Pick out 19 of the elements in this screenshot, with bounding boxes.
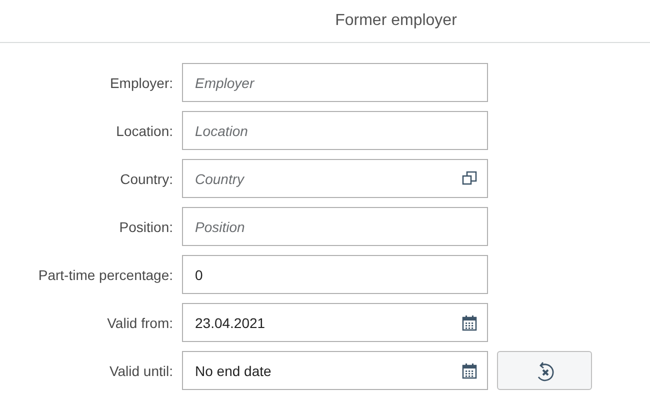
input-field[interactable]: 0	[182, 255, 488, 294]
field-label: Valid until:	[108, 362, 174, 378]
date-field[interactable]: No end date	[182, 351, 488, 390]
field-label: Position:	[118, 218, 174, 234]
page-title: Former employer	[335, 12, 457, 30]
reset-button[interactable]	[497, 351, 592, 390]
field-label: Location:	[115, 122, 174, 138]
field-label: Part-time percentage:	[37, 266, 174, 282]
calendar-icon[interactable]	[462, 315, 477, 331]
input-field[interactable]: Country	[182, 159, 488, 198]
input-field[interactable]: Employer	[182, 63, 488, 102]
field-label: Country:	[119, 170, 174, 186]
input-field[interactable]: Location	[182, 111, 488, 150]
calendar-icon[interactable]	[462, 363, 477, 379]
value-help-icon[interactable]	[462, 171, 477, 186]
field-label: Valid from:	[106, 314, 174, 330]
field-label: Employer:	[108, 74, 174, 90]
date-field[interactable]: 23.04.2021	[182, 303, 488, 342]
input-field[interactable]: Position	[182, 207, 488, 246]
